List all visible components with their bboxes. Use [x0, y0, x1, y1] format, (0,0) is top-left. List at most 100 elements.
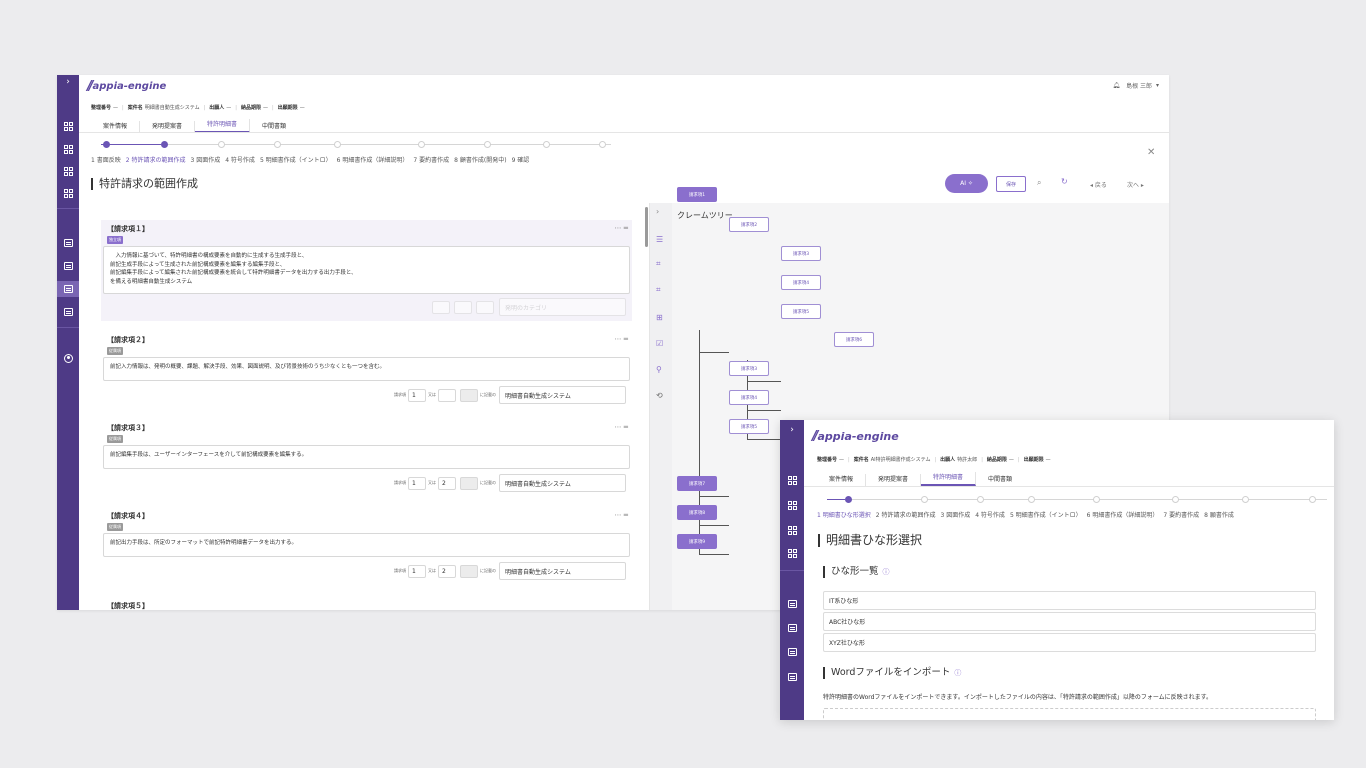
claim-text-field[interactable]: 前記出力手段は、所定のフォーマットで前記特許明細書データを出力する。	[103, 533, 630, 557]
template-option[interactable]: ABC社ひな形	[823, 612, 1316, 631]
step-label[interactable]: 5 明細書作成（イントロ）	[1010, 510, 1082, 519]
claim-block[interactable]: 【請求項４】 従属項 ⋯ ═ 前記出力手段は、所定のフォーマットで前記特許明細書データ…	[101, 507, 632, 583]
search-icon[interactable]: ⌕	[1037, 178, 1041, 188]
reference-input[interactable]: 1	[408, 388, 426, 402]
tab-item[interactable]: 案件情報	[817, 474, 867, 486]
document-icon[interactable]	[57, 235, 79, 251]
grid-icon[interactable]	[780, 546, 804, 560]
step-dot[interactable]	[845, 496, 852, 503]
template-option[interactable]: XYZ社ひな形	[823, 633, 1316, 652]
logo[interactable]: // appia-engine	[87, 79, 166, 94]
step-label[interactable]: 1 書面反映	[91, 155, 121, 164]
ai-button[interactable]: AI ✧	[945, 174, 988, 193]
step-label[interactable]: 1 明細書ひな形選択	[817, 510, 871, 519]
claim-tree-node[interactable]: 請求項5	[729, 419, 769, 434]
claim-text-field[interactable]: 前記編集手段は、ユーザーインターフェースを介して前記構成要素を編集する。	[103, 445, 630, 469]
step-dot[interactable]	[599, 141, 606, 148]
step-label[interactable]: 3 図面作成	[190, 155, 220, 164]
help-icon[interactable]: ⓘ	[883, 568, 890, 576]
expand-icon[interactable]: ›	[780, 420, 804, 440]
more-options-icon[interactable]: ⋯ ═	[615, 224, 628, 232]
step-dot[interactable]	[161, 141, 168, 148]
document-icon[interactable]	[57, 281, 79, 297]
step-label[interactable]: 8 顧書作成(開発中)	[454, 155, 506, 164]
step-dot[interactable]	[418, 141, 425, 148]
help-icon[interactable]: ⓘ	[954, 669, 961, 677]
dashboard-icon[interactable]	[57, 118, 79, 134]
reference-input[interactable]: 2	[438, 564, 456, 578]
file-drop-zone[interactable]	[823, 708, 1316, 720]
user-menu[interactable]: 🔔︎ 島根 三郎 ▾	[1112, 81, 1159, 90]
tab-item[interactable]: 中間書類	[976, 474, 1024, 486]
grid-icon[interactable]	[780, 498, 804, 512]
step-dot[interactable]	[921, 496, 928, 503]
claim-text-field[interactable]: 入力情報に基づいて、特許明細書の構成要素を自動的に生成する生成手段と、 前記生成…	[103, 246, 630, 294]
step-label[interactable]: 8 願書作成	[1204, 510, 1234, 519]
step-dot[interactable]	[1093, 496, 1100, 503]
document-icon[interactable]	[780, 621, 804, 635]
step-dot[interactable]	[543, 141, 550, 148]
more-options-icon[interactable]: ⋯ ═	[615, 335, 628, 343]
claim-block[interactable]: 【請求項１】 独立項 ⋯ ═ 入力情報に基づいて、特許明細書の構成要素を自動的に生成…	[101, 220, 632, 321]
step-label[interactable]: 5 明細書作成（イントロ）	[260, 155, 332, 164]
claim-block[interactable]: 【請求項５】	[101, 597, 632, 610]
claim-tree-node[interactable]: 請求項6	[834, 332, 874, 347]
claim-text-field[interactable]: 前記入力情報は、発明の概要、課題、解決手段、効果、図面説明、及び背景技術のうち少…	[103, 357, 630, 381]
step-dot[interactable]	[218, 141, 225, 148]
claim-tree-node[interactable]: 請求項7	[677, 476, 717, 491]
reference-input[interactable]: 1	[408, 564, 426, 578]
expand-icon[interactable]: ›	[57, 75, 79, 89]
logo[interactable]: // appia-engine	[812, 429, 899, 444]
claim-block[interactable]: 【請求項３】 従属項 ⋯ ═ 前記編集手段は、ユーザーインターフェースを介して前記構成…	[101, 419, 632, 495]
step-label[interactable]: 3 図面作成	[940, 510, 970, 519]
claim-tree-node[interactable]: 請求項2	[729, 217, 769, 232]
step-dot[interactable]	[1309, 496, 1316, 503]
document-icon[interactable]	[57, 258, 79, 274]
claim-tree-node[interactable]: 請求項1	[677, 187, 717, 202]
step-label[interactable]: 9 確認	[512, 155, 530, 164]
reference-input[interactable]	[460, 476, 478, 490]
account-icon[interactable]	[57, 350, 79, 366]
claim-tree-node[interactable]: 請求項9	[677, 534, 717, 549]
dependent-claim-input[interactable]: 明細書自動生成システム	[499, 474, 626, 492]
claim-tree-node[interactable]: 請求項4	[781, 275, 821, 290]
bell-icon[interactable]: 🔔︎	[1112, 82, 1120, 89]
category-input[interactable]: 発明のカテゴリ	[499, 298, 626, 316]
step-label[interactable]: 4 符号作成	[225, 155, 255, 164]
step-label[interactable]: 7 要約書作成	[1163, 510, 1199, 519]
step-dot[interactable]	[1242, 496, 1249, 503]
step-dot[interactable]	[1172, 496, 1179, 503]
grid-icon[interactable]	[780, 523, 804, 537]
prev-button[interactable]: ◂ 戻る	[1090, 180, 1107, 189]
close-icon[interactable]: ✕	[1147, 147, 1155, 158]
document-icon[interactable]	[780, 597, 804, 611]
refresh-icon[interactable]: ↻	[1061, 177, 1068, 186]
template-option[interactable]: IT系ひな形	[823, 591, 1316, 610]
claim-tree-node[interactable]: 請求項8	[677, 505, 717, 520]
more-options-icon[interactable]: ⋯ ═	[615, 511, 628, 519]
step-dot[interactable]	[1028, 496, 1035, 503]
claim-block[interactable]: 【請求項２】 従属項 ⋯ ═ 前記入力情報は、発明の概要、課題、解決手段、効果、図面説…	[101, 331, 632, 407]
reference-input[interactable]	[438, 388, 456, 402]
document-icon[interactable]	[780, 670, 804, 684]
dashboard-icon[interactable]	[780, 473, 804, 487]
more-options-icon[interactable]: ⋯ ═	[615, 423, 628, 431]
tab-item[interactable]: 発明提案書	[866, 474, 922, 486]
grid-icon[interactable]	[57, 185, 79, 201]
dependent-claim-input[interactable]: 明細書自動生成システム	[499, 386, 626, 404]
step-label[interactable]: 6 明細書作成（詳細説明）	[1087, 510, 1159, 519]
dependent-claim-input[interactable]: 明細書自動生成システム	[499, 562, 626, 580]
step-label[interactable]: 7 要約書作成	[413, 155, 449, 164]
claim-tree-node[interactable]: 請求項5	[781, 304, 821, 319]
step-dot[interactable]	[274, 141, 281, 148]
step-label[interactable]: 2 特許請求の範囲作成	[126, 155, 186, 164]
grid-icon[interactable]	[57, 141, 79, 157]
reference-input[interactable]: 1	[408, 476, 426, 490]
reference-input[interactable]: 2	[438, 476, 456, 490]
step-dot[interactable]	[977, 496, 984, 503]
step-dot[interactable]	[103, 141, 110, 148]
grid-icon[interactable]	[57, 163, 79, 179]
step-label[interactable]: 4 符号作成	[975, 510, 1005, 519]
step-dot[interactable]	[484, 141, 491, 148]
claim-tree-node[interactable]: 請求項3	[781, 246, 821, 261]
